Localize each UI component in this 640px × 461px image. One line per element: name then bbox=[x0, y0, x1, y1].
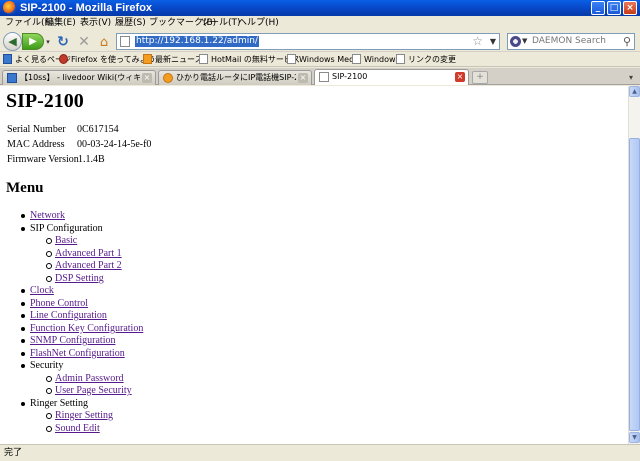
tab-label: ひかり電話ルータにIP電話機SIP-2100P... bbox=[176, 73, 296, 82]
menu-link-clock[interactable]: Clock bbox=[21, 285, 54, 297]
menu-link-ringer-setting[interactable]: Ringer Setting bbox=[45, 410, 113, 422]
menu-bar: ファイル(F) 編集(E) 表示(V) 履歴(S) ブックマーク(B) ツール(… bbox=[0, 16, 640, 30]
tab-strip: 【10ss】 - livedoor Wiki(ウィキ) × ひかり電話ルータにI… bbox=[0, 68, 640, 85]
menu-link-function-key-configuration[interactable]: Function Key Configuration bbox=[20, 323, 143, 335]
tab-sip-2100[interactable]: SIP-2100 × bbox=[314, 69, 469, 85]
menu-link-basic[interactable]: Basic bbox=[45, 235, 77, 247]
page-icon bbox=[396, 54, 405, 64]
close-window-button[interactable]: × bbox=[623, 1, 637, 15]
tab-hikari-denwa[interactable]: ひかり電話ルータにIP電話機SIP-2100P... × bbox=[158, 70, 312, 85]
firefox-logo-icon bbox=[3, 1, 16, 14]
stop-button[interactable]: ✕ bbox=[76, 34, 92, 50]
menu-link-advanced-part-2[interactable]: Advanced Part 2 bbox=[46, 260, 122, 272]
rss-icon bbox=[143, 54, 152, 64]
menu-link-phone-control[interactable]: Phone Control bbox=[20, 298, 88, 310]
menu-link-line-configuration[interactable]: Line Configuration bbox=[21, 310, 107, 322]
search-engine-dropdown-icon[interactable]: ▼ bbox=[522, 37, 527, 45]
info-value: 0C617154 bbox=[77, 124, 119, 135]
status-text: 完了 bbox=[4, 448, 23, 458]
page-icon bbox=[199, 54, 208, 64]
tab-label: SIP-2100 bbox=[332, 72, 368, 81]
new-tab-button[interactable]: + bbox=[472, 71, 488, 84]
bookmark-star-icon[interactable]: ☆ bbox=[472, 34, 483, 49]
navigation-toolbar: ◀ ▶ ▾ ↻ ✕ ⌂ http://192.168.1.22/admin/ ☆… bbox=[0, 30, 640, 52]
bookmark-label: 最新ニュース bbox=[155, 55, 203, 64]
page-icon bbox=[287, 54, 296, 64]
url-text[interactable]: http://192.168.1.22/admin/ bbox=[135, 36, 259, 47]
firefox-bug-icon bbox=[59, 54, 68, 64]
search-input[interactable]: DAEMON Search bbox=[532, 36, 606, 47]
close-tab-icon[interactable]: × bbox=[142, 73, 152, 83]
bookmark-item[interactable]: Windows Media bbox=[287, 54, 361, 66]
url-dropdown-icon[interactable]: ▼ bbox=[490, 36, 496, 47]
url-bar[interactable]: http://192.168.1.22/admin/ ☆ ▼ bbox=[116, 33, 500, 50]
bookmark-item[interactable]: Firefox を使ってみよう bbox=[59, 54, 156, 66]
reload-button[interactable]: ↻ bbox=[55, 34, 71, 50]
history-dropdown-button[interactable]: ▾ bbox=[44, 37, 52, 47]
menu-link-network[interactable]: Network bbox=[21, 210, 65, 222]
menu-link-user-page-security[interactable]: User Page Security bbox=[46, 385, 132, 397]
back-button[interactable]: ◀ bbox=[3, 32, 22, 51]
title-bar: SIP-2100 - Mozilla Firefox _ □ × bbox=[0, 0, 640, 16]
forward-button[interactable]: ▶ bbox=[22, 33, 44, 50]
menu-history[interactable]: 履歴(S) bbox=[115, 17, 146, 29]
vertical-scrollbar[interactable]: ▲ ▼ bbox=[628, 86, 640, 444]
livedoor-icon bbox=[7, 73, 17, 83]
info-label: Firmware Version bbox=[7, 154, 79, 165]
info-label: MAC Address bbox=[7, 139, 65, 150]
close-tab-icon[interactable]: × bbox=[298, 73, 308, 83]
search-icon[interactable]: ⚲ bbox=[623, 34, 631, 49]
scroll-up-button[interactable]: ▲ bbox=[629, 86, 640, 97]
info-value: 00-03-24-14-5e-f0 bbox=[77, 139, 152, 150]
search-box[interactable]: ▼ DAEMON Search ⚲ bbox=[507, 33, 635, 50]
tab-livedoor-wiki[interactable]: 【10ss】 - livedoor Wiki(ウィキ) × bbox=[2, 70, 156, 85]
menu-help[interactable]: ヘルプ(H) bbox=[238, 17, 279, 29]
page-icon bbox=[352, 54, 361, 64]
site-page-icon bbox=[120, 36, 130, 47]
bookmark-item[interactable]: HotMail の無料サービス bbox=[199, 54, 300, 66]
menu-section-security: Security bbox=[20, 360, 64, 371]
page-content: SIP-2100 Serial Number 0C617154 MAC Addr… bbox=[0, 86, 628, 444]
page-title: SIP-2100 bbox=[6, 90, 84, 112]
menu-link-dsp-setting[interactable]: DSP Setting bbox=[46, 273, 104, 285]
bookmarks-toolbar: よく見るページ Firefox を使ってみよう 最新ニュース HotMail の… bbox=[0, 53, 640, 67]
minimize-button[interactable]: _ bbox=[591, 1, 605, 15]
scroll-thumb[interactable] bbox=[629, 138, 640, 431]
home-button[interactable]: ⌂ bbox=[96, 34, 112, 50]
info-value: 1.1.4B bbox=[78, 154, 105, 165]
menu-section-sip-configuration: SIP Configuration bbox=[21, 223, 103, 234]
menu-edit[interactable]: 編集(E) bbox=[45, 17, 76, 29]
tab-label: 【10ss】 - livedoor Wiki(ウィキ) bbox=[20, 73, 140, 82]
close-tab-icon[interactable]: × bbox=[455, 72, 465, 82]
page-icon bbox=[3, 54, 12, 64]
bookmark-item[interactable]: Windows bbox=[352, 54, 400, 66]
tab-list-dropdown-icon[interactable]: ▾ bbox=[625, 71, 637, 84]
bookmark-item[interactable]: 最新ニュース bbox=[143, 54, 203, 66]
orange-s-icon bbox=[163, 73, 173, 83]
scroll-down-button[interactable]: ▼ bbox=[629, 432, 640, 443]
menu-view[interactable]: 表示(V) bbox=[80, 17, 111, 29]
window-title: SIP-2100 - Mozilla Firefox bbox=[20, 2, 153, 14]
bookmark-item[interactable]: リンクの変更 bbox=[396, 54, 456, 66]
info-label: Serial Number bbox=[7, 124, 66, 135]
page-icon bbox=[319, 72, 329, 82]
menu-link-sound-edit[interactable]: Sound Edit bbox=[46, 423, 100, 435]
status-bar: 完了 bbox=[0, 444, 640, 461]
menu-link-admin-password[interactable]: Admin Password bbox=[46, 373, 124, 385]
menu-tools[interactable]: ツール(T) bbox=[201, 17, 241, 29]
bookmark-label: Windows bbox=[364, 55, 400, 64]
menu-section-ringer-setting: Ringer Setting bbox=[20, 398, 89, 409]
menu-link-snmp-configuration[interactable]: SNMP Configuration bbox=[20, 335, 115, 347]
menu-link-flashnet-configuration[interactable]: FlashNet Configuration bbox=[21, 348, 125, 360]
menu-link-advanced-part-1[interactable]: Advanced Part 1 bbox=[46, 248, 122, 260]
maximize-button[interactable]: □ bbox=[607, 1, 621, 15]
search-engine-icon[interactable] bbox=[510, 36, 521, 47]
menu-heading: Menu bbox=[6, 180, 44, 196]
bookmark-label: リンクの変更 bbox=[408, 55, 456, 64]
